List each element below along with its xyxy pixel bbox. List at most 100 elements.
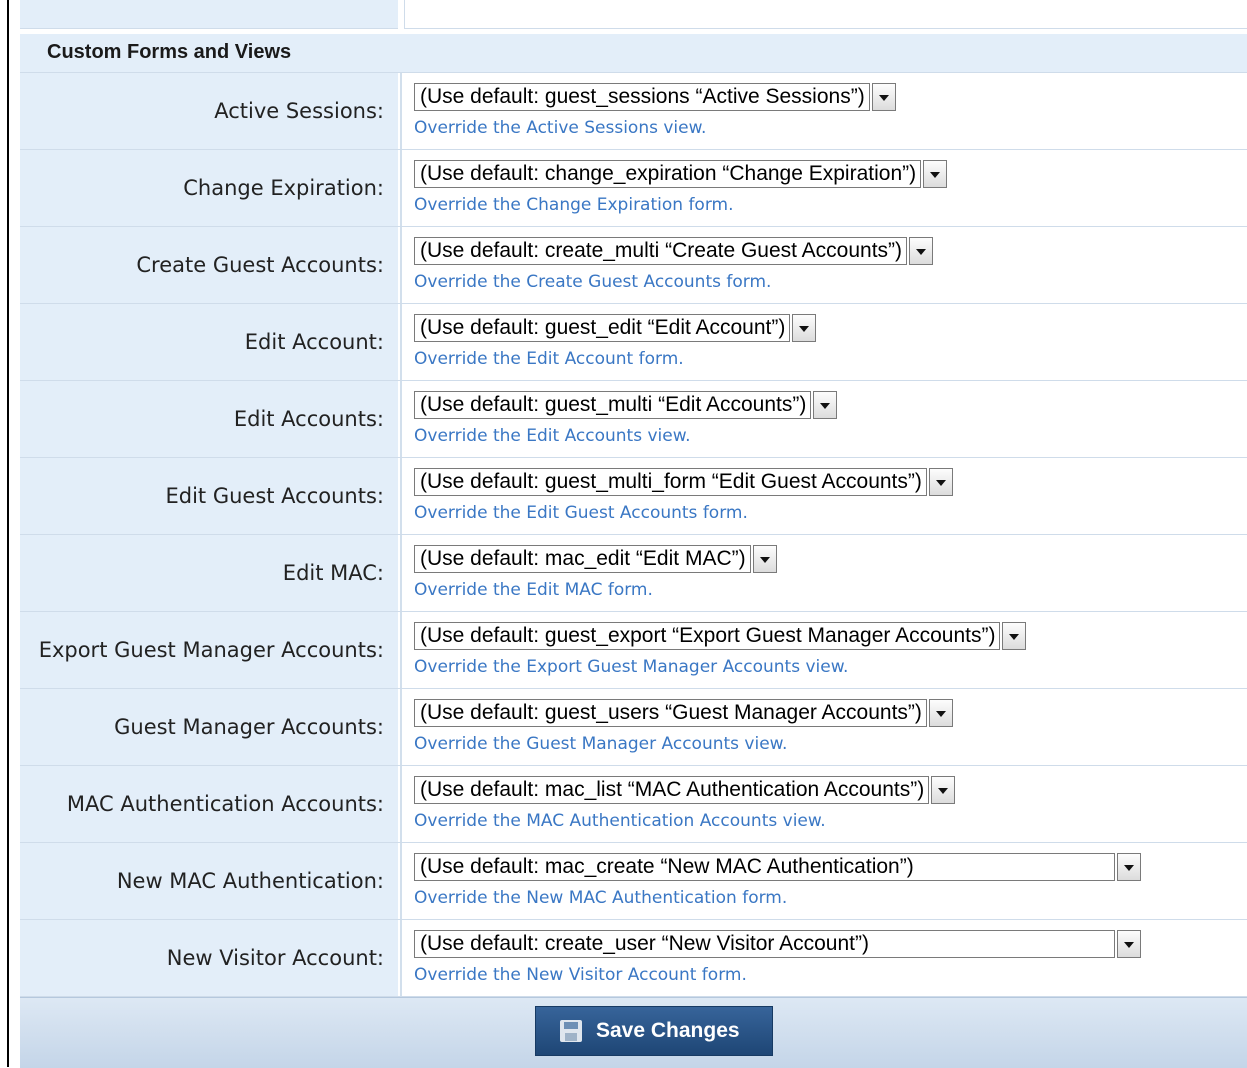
form-row: Export Guest Manager Accounts: (Use defau… <box>20 612 1247 689</box>
field-label: Edit Guest Accounts: <box>165 484 384 508</box>
override-hint: Override the Edit MAC form. <box>414 580 653 600</box>
override-hint: Override the Create Guest Accounts form. <box>414 272 772 292</box>
form-row: Guest Manager Accounts: (Use default: gue… <box>20 689 1247 766</box>
override-hint: Override the Edit Accounts view. <box>414 426 691 446</box>
select-value[interactable]: (Use default: guest_multi “Edit Accounts… <box>414 391 812 419</box>
form-row: New Visitor Account: (Use default: create… <box>20 920 1247 997</box>
field-cell: (Use default: create_multi “Create Guest… <box>400 227 1247 303</box>
label-cell: New Visitor Account: <box>20 920 398 996</box>
form-select[interactable]: (Use default: mac_list “MAC Authenticati… <box>414 776 956 804</box>
form-select[interactable]: (Use default: guest_export “Export Guest… <box>414 622 1027 650</box>
label-cell: Edit Guest Accounts: <box>20 458 398 534</box>
field-cell: (Use default: mac_list “MAC Authenticati… <box>400 766 1247 842</box>
window-border <box>7 0 9 1067</box>
save-changes-button[interactable]: Save Changes <box>535 1006 773 1056</box>
override-hint: Override the New MAC Authentication form… <box>414 888 788 908</box>
override-hint: Override the Edit Guest Accounts form. <box>414 503 748 523</box>
floppy-disk-icon <box>560 1020 582 1042</box>
select-value[interactable]: (Use default: mac_edit “Edit MAC”) <box>414 545 751 573</box>
field-label: Active Sessions: <box>214 99 384 123</box>
select-value[interactable]: (Use default: guest_export “Export Guest… <box>414 622 1001 650</box>
dropdown-button[interactable] <box>792 314 817 342</box>
form-select[interactable]: (Use default: create_user “New Visitor A… <box>414 930 1141 958</box>
field-label: Edit Account: <box>244 330 384 354</box>
dropdown-button[interactable] <box>928 468 953 496</box>
form-select[interactable]: (Use default: mac_create “New MAC Authen… <box>414 853 1141 881</box>
field-cell: (Use default: guest_multi “Edit Accounts… <box>400 381 1247 457</box>
label-cell: Edit MAC: <box>20 535 398 611</box>
form-row: MAC Authentication Accounts: (Use default… <box>20 766 1247 843</box>
override-hint: Override the Guest Manager Accounts view… <box>414 734 788 754</box>
form-row: New MAC Authentication: (Use default: mac… <box>20 843 1247 920</box>
field-cell: (Use default: change_expiration “Change … <box>400 150 1247 226</box>
chevron-down-icon <box>935 711 946 717</box>
chevron-down-icon <box>820 403 831 409</box>
form-row: Active Sessions: (Use default: guest_sess… <box>20 73 1247 150</box>
form-select[interactable]: (Use default: guest_users “Guest Manager… <box>414 699 953 727</box>
previous-row-stub <box>20 0 1247 33</box>
field-label: Edit Accounts: <box>233 407 384 431</box>
select-value[interactable]: (Use default: change_expiration “Change … <box>414 160 922 188</box>
chevron-down-icon <box>759 557 770 563</box>
form-footer: Save Changes <box>20 997 1247 1068</box>
override-hint: Override the Export Guest Manager Accoun… <box>414 657 849 677</box>
field-label: Create Guest Accounts: <box>136 253 384 277</box>
form-row: Change Expiration: (Use default: change_e… <box>20 150 1247 227</box>
label-cell: Change Expiration: <box>20 150 398 226</box>
label-cell: New MAC Authentication: <box>20 843 398 919</box>
chevron-down-icon <box>938 788 949 794</box>
field-cell: (Use default: guest_sessions “Active Ses… <box>400 73 1247 149</box>
chevron-down-icon <box>1124 865 1134 871</box>
dropdown-button[interactable] <box>923 160 948 188</box>
dropdown-button[interactable] <box>1002 622 1027 650</box>
form-select[interactable]: (Use default: guest_multi_form “Edit Gue… <box>414 468 953 496</box>
label-cell: Edit Account: <box>20 304 398 380</box>
chevron-down-icon <box>799 326 810 332</box>
select-value[interactable]: (Use default: guest_multi_form “Edit Gue… <box>414 468 927 496</box>
select-value[interactable]: (Use default: mac_list “MAC Authenticati… <box>414 776 930 804</box>
label-cell: Edit Accounts: <box>20 381 398 457</box>
dropdown-button[interactable] <box>928 699 953 727</box>
chevron-down-icon <box>916 249 927 255</box>
field-label: Export Guest Manager Accounts: <box>38 638 384 662</box>
chevron-down-icon <box>1124 942 1134 948</box>
field-cell: (Use default: guest_export “Export Guest… <box>400 612 1247 688</box>
dropdown-button[interactable] <box>752 545 777 573</box>
settings-panel: Custom Forms and Views Active Sessions: (… <box>20 0 1247 1068</box>
field-cell: (Use default: guest_users “Guest Manager… <box>400 689 1247 765</box>
dropdown-button[interactable] <box>871 83 896 111</box>
chevron-down-icon <box>1009 634 1020 640</box>
dropdown-button[interactable] <box>1117 930 1141 958</box>
select-value[interactable]: (Use default: mac_create “New MAC Authen… <box>414 853 1115 881</box>
form-rows: Active Sessions: (Use default: guest_sess… <box>20 73 1247 997</box>
field-label: New MAC Authentication: <box>116 869 384 893</box>
field-label: Edit MAC: <box>282 561 384 585</box>
dropdown-button[interactable] <box>1117 853 1141 881</box>
form-select[interactable]: (Use default: mac_edit “Edit MAC”) <box>414 545 777 573</box>
form-select[interactable]: (Use default: guest_sessions “Active Ses… <box>414 83 896 111</box>
select-value[interactable]: (Use default: create_multi “Create Guest… <box>414 237 908 265</box>
form-row: Edit Guest Accounts: (Use default: guest_… <box>20 458 1247 535</box>
label-cell: MAC Authentication Accounts: <box>20 766 398 842</box>
form-select[interactable]: (Use default: create_multi “Create Guest… <box>414 237 934 265</box>
form-row: Edit Accounts: (Use default: guest_multi … <box>20 381 1247 458</box>
form-select[interactable]: (Use default: change_expiration “Change … <box>414 160 948 188</box>
chevron-down-icon <box>930 172 941 178</box>
save-button-label: Save Changes <box>596 1019 740 1042</box>
form-select[interactable]: (Use default: guest_edit “Edit Account”) <box>414 314 817 342</box>
override-hint: Override the Active Sessions view. <box>414 118 707 138</box>
select-value[interactable]: (Use default: guest_users “Guest Manager… <box>414 699 927 727</box>
override-hint: Override the Change Expiration form. <box>414 195 734 215</box>
section-title: Custom Forms and Views <box>47 41 292 63</box>
select-value[interactable]: (Use default: guest_sessions “Active Ses… <box>414 83 870 111</box>
select-value[interactable]: (Use default: guest_edit “Edit Account”) <box>414 314 791 342</box>
dropdown-button[interactable] <box>813 391 838 419</box>
dropdown-button[interactable] <box>909 237 934 265</box>
form-row: Edit Account: (Use default: guest_edit “E… <box>20 304 1247 381</box>
form-select[interactable]: (Use default: guest_multi “Edit Accounts… <box>414 391 838 419</box>
dropdown-button[interactable] <box>931 776 956 804</box>
select-value[interactable]: (Use default: create_user “New Visitor A… <box>414 930 1115 958</box>
form-row: Create Guest Accounts: (Use default: crea… <box>20 227 1247 304</box>
chevron-down-icon <box>935 480 946 486</box>
field-label: New Visitor Account: <box>166 946 384 970</box>
